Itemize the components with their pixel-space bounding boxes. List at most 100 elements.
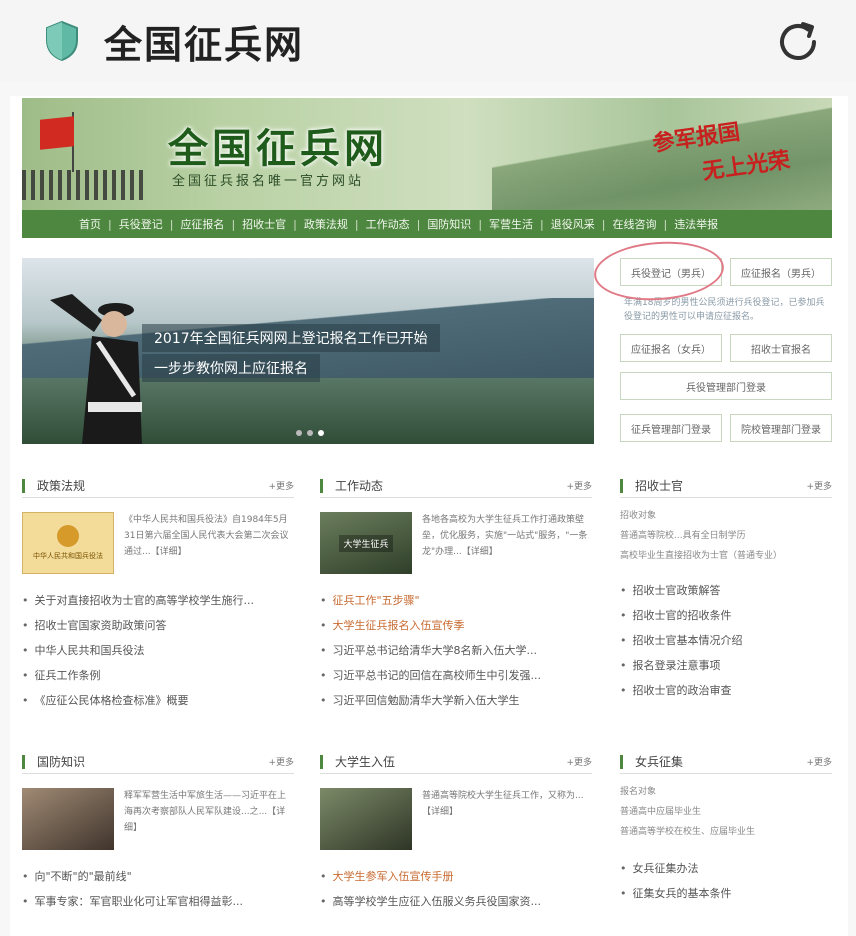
list-item[interactable]: 高等学校学生应征入伍服义务兵役国家资... — [320, 889, 592, 914]
nav-nco[interactable]: 招收士官 — [235, 216, 293, 232]
nco-register-button[interactable]: 招收士官报名 — [730, 334, 832, 362]
troops-image — [22, 170, 147, 200]
app-header: 全国征兵网 — [0, 0, 856, 82]
nco-intro: 招收对象 普通高等院校...具有全日制学历 高校毕业生直接招收为士官（普通专业） — [620, 506, 832, 566]
feature-item[interactable]: 普通高等院校大学生征兵工作，又称为...【详细】 — [320, 788, 592, 850]
article-list: 大学生参军入伍宣传手册 高等学校学生应征入伍服义务兵役国家资... — [320, 864, 592, 914]
hero-subline: 一步步教你网上应征报名 — [142, 354, 320, 382]
list-item[interactable]: 向"不断"的"最前线" — [22, 864, 294, 889]
more-link[interactable]: +更多 — [268, 755, 294, 768]
article-list: 女兵征集办法 征集女兵的基本条件 — [620, 856, 832, 906]
section-news: 工作动态 +更多 大学生征兵 各地各高校为大学生征兵工作打通政策壁垒，优化服务，… — [320, 474, 592, 713]
feature-item[interactable]: 大学生征兵 各地各高校为大学生征兵工作打通政策壁垒，优化服务，实施"一站式"服务… — [320, 512, 592, 574]
carousel-dot[interactable] — [296, 430, 302, 436]
section-header: 女兵征集 +更多 — [620, 750, 832, 774]
list-item[interactable]: 招收士官的招收条件 — [620, 603, 832, 628]
article-list: 征兵工作"五步骤" 大学生征兵报名入伍宣传季 习近平总书记给清华大学8名新入伍大… — [320, 588, 592, 713]
flag-icon — [40, 116, 74, 150]
thumbnail-caption: 中华人民共和国兵役法 — [33, 552, 103, 560]
list-item[interactable]: 习近平回信勉励清华大学新入伍大学生 — [320, 688, 592, 713]
list-item[interactable]: 女兵征集办法 — [620, 856, 832, 881]
section-policy: 政策法规 +更多 中华人民共和国兵役法 《中华人民共和国兵役法》自1984年5月… — [22, 474, 294, 713]
list-item[interactable]: 大学生征兵报名入伍宣传季 — [320, 613, 592, 638]
list-item[interactable]: 关于对直接招收为士官的高等学校学生施行... — [22, 588, 294, 613]
intro-line: 招收对象 — [620, 511, 657, 521]
enlist-male-button[interactable]: 应征报名（男兵） — [730, 258, 832, 286]
law-book-thumbnail: 中华人民共和国兵役法 — [22, 512, 114, 574]
list-item[interactable]: 征兵工作"五步骤" — [320, 588, 592, 613]
section-header: 大学生入伍 +更多 — [320, 750, 592, 774]
more-link[interactable]: +更多 — [806, 755, 832, 768]
section-title[interactable]: 招收士官 — [635, 477, 683, 494]
list-item[interactable]: 习近平总书记的回信在高校师生中引发强... — [320, 663, 592, 688]
nav-policy[interactable]: 政策法规 — [297, 216, 355, 232]
nav-enlistment[interactable]: 应征报名 — [173, 216, 231, 232]
nav-news[interactable]: 工作动态 — [359, 216, 417, 232]
section-female: 女兵征集 +更多 报名对象 普通高中应届毕业生 普通高等学校在校生、应届毕业生 … — [620, 750, 832, 906]
shield-icon — [46, 20, 78, 62]
list-item[interactable]: 招收士官国家资助政策问答 — [22, 613, 294, 638]
feature-item[interactable]: 释军军营生活中军旅生活——习近平在上海再次考察部队人民军队建设...之...【详… — [22, 788, 294, 850]
app-title: 全国征兵网 — [104, 22, 305, 67]
hero-carousel[interactable]: 2017年全国征兵网网上登记报名工作已开始 一步步教你网上应征报名 — [22, 258, 594, 444]
news-thumbnail: 大学生征兵 — [320, 512, 412, 574]
nav-camp-life[interactable]: 军营生活 — [482, 216, 540, 232]
nav-defense[interactable]: 国防知识 — [420, 216, 478, 232]
main-nav: 首页 | 兵役登记 | 应征报名 | 招收士官 | 政策法规 | 工作动态 | 国防知识 | … — [22, 210, 832, 238]
intro-line: 普通高中应届毕业生 — [620, 807, 702, 817]
school-dept-login-button[interactable]: 院校管理部门登录 — [730, 414, 832, 442]
carousel-dots — [296, 430, 324, 436]
feature-text: 各地各高校为大学生征兵工作打通政策壁垒，优化服务，实施"一站式"服务，"一条龙"… — [422, 515, 588, 557]
list-item[interactable]: 征兵工作条例 — [22, 663, 294, 688]
recruit-dept-login-button[interactable]: 征兵管理部门登录 — [620, 414, 722, 442]
intro-line: 普通高等学校在校生、应届毕业生 — [620, 827, 756, 837]
intro-line: 高校毕业生直接招收为士官（普通专业） — [620, 551, 783, 561]
section-defense: 国防知识 +更多 释军军营生活中军旅生活——习近平在上海再次考察部队人民军队建设… — [22, 750, 294, 914]
section-nco: 招收士官 +更多 招收对象 普通高等院校...具有全日制学历 高校毕业生直接招收… — [620, 474, 832, 703]
intro-line: 报名对象 — [620, 787, 657, 797]
list-item[interactable]: 招收士官政策解答 — [620, 578, 832, 603]
carousel-dot[interactable] — [307, 430, 313, 436]
section-title[interactable]: 政策法规 — [37, 477, 85, 494]
more-link[interactable]: +更多 — [566, 755, 592, 768]
more-link[interactable]: +更多 — [806, 479, 832, 492]
list-item[interactable]: 报名登录注意事项 — [620, 653, 832, 678]
list-item[interactable]: 招收士官基本情况介绍 — [620, 628, 832, 653]
feature-text: 《中华人民共和国兵役法》自1984年5月31日第六届全国人民代表大会第二次会议通… — [124, 515, 289, 557]
list-item[interactable]: 军事专家：军官职业化可让军官相得益彰... — [22, 889, 294, 914]
nav-report[interactable]: 违法举报 — [667, 216, 725, 232]
site-subtitle: 全国征兵报名唯一官方网站 — [172, 174, 365, 189]
highlight-circle — [592, 237, 726, 305]
list-item[interactable]: 《应征公民体格检查标准》概要 — [22, 688, 294, 713]
webpage: 全国征兵网 全国征兵报名唯一官方网站 参军报国 无上光荣 首页 | 兵役登记 | 应… — [10, 96, 848, 936]
enlist-female-button[interactable]: 应征报名（女兵） — [620, 334, 722, 362]
list-item[interactable]: 习近平总书记给清华大学8名新入伍大学... — [320, 638, 592, 663]
section-title[interactable]: 女兵征集 — [635, 753, 683, 770]
feature-text: 释军军营生活中军旅生活——习近平在上海再次考察部队人民军队建设...之...【详… — [124, 791, 287, 833]
section-title[interactable]: 工作动态 — [335, 477, 383, 494]
more-link[interactable]: +更多 — [566, 479, 592, 492]
nav-registration[interactable]: 兵役登记 — [112, 216, 170, 232]
hero-headline: 2017年全国征兵网网上登记报名工作已开始 — [142, 324, 440, 352]
section-title[interactable]: 大学生入伍 — [335, 753, 395, 770]
section-header: 国防知识 +更多 — [22, 750, 294, 774]
intro-line: 普通高等院校...具有全日制学历 — [620, 531, 746, 541]
nav-consult[interactable]: 在线咨询 — [605, 216, 663, 232]
nav-veterans[interactable]: 退役风采 — [544, 216, 602, 232]
list-item[interactable]: 招收士官的政治审查 — [620, 678, 832, 703]
list-item[interactable]: 大学生参军入伍宣传手册 — [320, 864, 592, 889]
nav-home[interactable]: 首页 — [72, 216, 108, 232]
section-header: 工作动态 +更多 — [320, 474, 592, 498]
carousel-dot-active[interactable] — [318, 430, 324, 436]
feature-item[interactable]: 中华人民共和国兵役法 《中华人民共和国兵役法》自1984年5月31日第六届全国人… — [22, 512, 294, 574]
students-thumbnail — [320, 788, 412, 850]
section-title[interactable]: 国防知识 — [37, 753, 85, 770]
emblem-icon — [57, 525, 79, 547]
refresh-icon[interactable] — [774, 18, 822, 66]
article-list: 关于对直接招收为士官的高等学校学生施行... 招收士官国家资助政策问答 中华人民… — [22, 588, 294, 713]
list-item[interactable]: 中华人民共和国兵役法 — [22, 638, 294, 663]
service-dept-login-button[interactable]: 兵役管理部门登录 — [620, 372, 832, 400]
list-item[interactable]: 征集女兵的基本条件 — [620, 881, 832, 906]
more-link[interactable]: +更多 — [268, 479, 294, 492]
site-logo[interactable]: 全国征兵网 — [168, 116, 388, 174]
